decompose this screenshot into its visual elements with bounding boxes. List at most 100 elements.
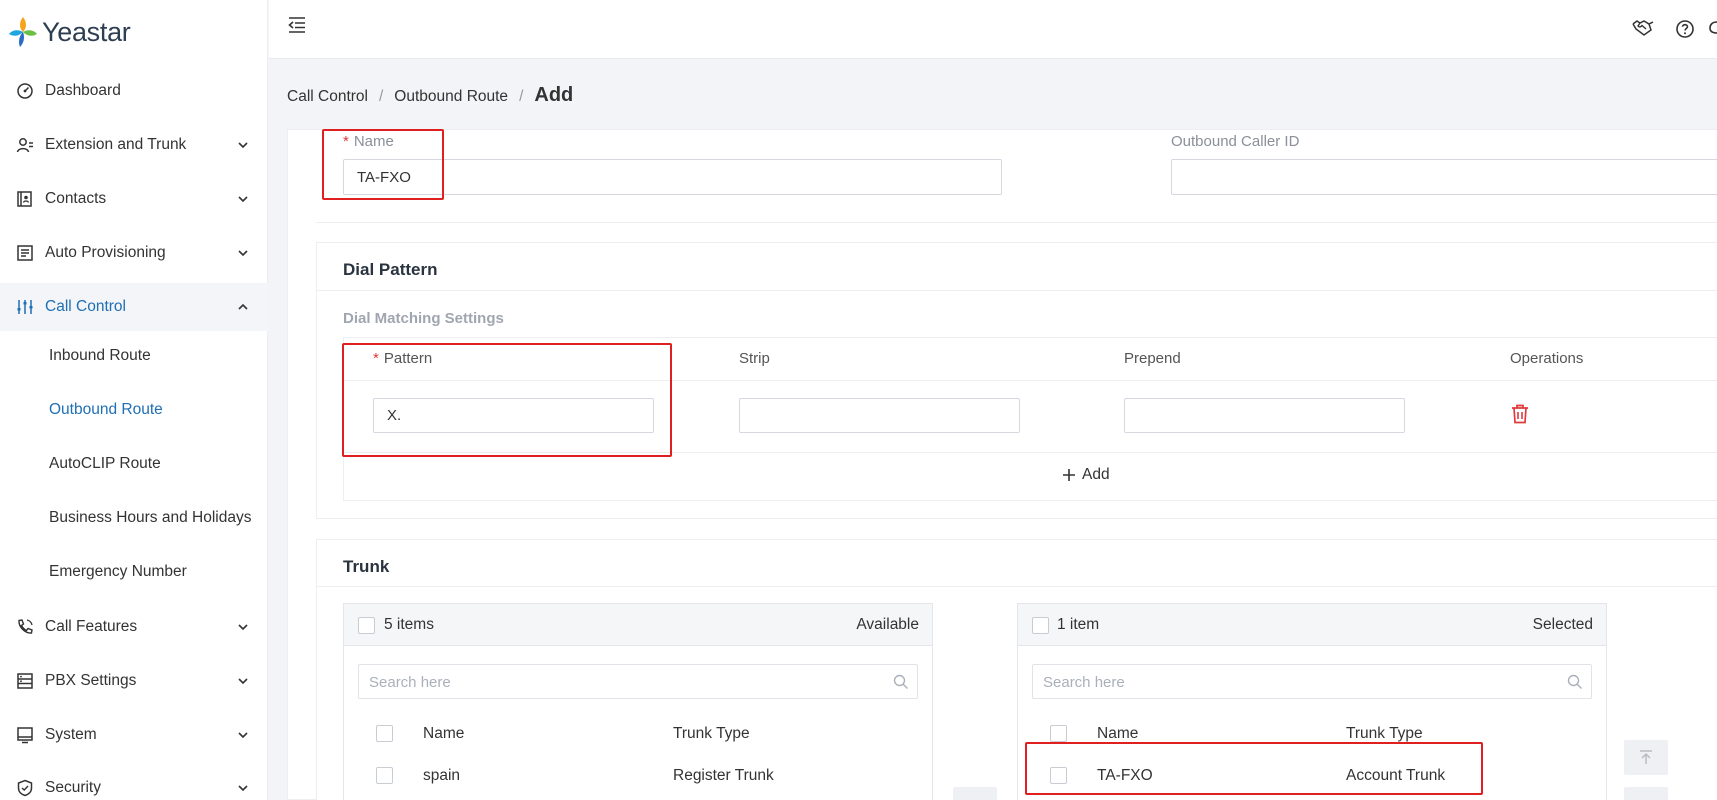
divider <box>316 586 1717 587</box>
sidebar-subitem-inbound-route[interactable]: Inbound Route <box>49 344 151 368</box>
highlight-box-pattern <box>342 343 672 457</box>
sidebar-item-label: Extension and Trunk <box>45 136 187 153</box>
sidebar-item-label: Dashboard <box>45 82 121 99</box>
breadcrumb-separator: / <box>378 88 384 105</box>
breadcrumb-separator: / <box>519 88 524 105</box>
brand-logo[interactable]: Yeastar <box>8 12 131 52</box>
top-bar <box>269 0 1717 59</box>
plus-icon <box>1063 469 1075 481</box>
select-all-selected-checkbox[interactable] <box>1032 617 1049 634</box>
divider <box>316 222 1717 223</box>
sidebar-item-label: System <box>45 726 97 743</box>
dial-matching-settings-title: Dial Matching Settings <box>343 310 504 327</box>
chevron-down-icon <box>238 142 248 149</box>
highlight-box-selected-trunk <box>1025 742 1483 795</box>
prepend-input[interactable] <box>1124 398 1405 433</box>
outbound-caller-id-label: Outbound Caller ID <box>1171 133 1300 150</box>
available-trunk-name: spain <box>423 767 461 784</box>
breadcrumb-outbound-route[interactable]: Outbound Route <box>394 88 508 106</box>
chevron-down-icon <box>238 196 248 203</box>
move-up-button[interactable] <box>1624 787 1668 800</box>
selected-count: 1 item <box>1057 616 1100 633</box>
available-trunks-panel: 5 items Available Search here Name Trunk… <box>343 603 933 800</box>
strip-column-header: Strip <box>739 350 770 367</box>
sidebar-item-label: Call Control <box>45 298 126 315</box>
sidebar-item-call-features[interactable]: Call Features <box>0 603 268 651</box>
selected-panel-header <box>1018 604 1606 646</box>
selected-panel-label: Selected <box>1532 616 1593 633</box>
selected-type-column-header: Trunk Type <box>1346 725 1423 742</box>
prepend-column-header: Prepend <box>1124 350 1181 367</box>
available-panel-label: Available <box>856 616 919 633</box>
collapse-menu-icon[interactable] <box>287 15 307 35</box>
chevron-down-icon <box>238 678 248 685</box>
chevron-up-icon <box>238 303 248 310</box>
help-icon[interactable] <box>1675 19 1695 39</box>
highlight-box-name <box>322 129 444 200</box>
trunk-title: Trunk <box>343 557 390 576</box>
link-icon[interactable] <box>1709 18 1717 40</box>
handshake-icon[interactable] <box>1632 18 1654 38</box>
add-pattern-button[interactable]: Add <box>1062 466 1110 484</box>
sidebar-subitem-emergency-number[interactable]: Emergency Number <box>49 560 187 584</box>
monitor-icon <box>17 727 33 744</box>
chevron-down-icon <box>238 732 248 739</box>
available-search-input[interactable]: Search here <box>358 664 918 699</box>
sidebar: Yeastar Dashboard Extension and Trunk Co… <box>0 0 268 800</box>
dashboard-icon <box>17 83 33 99</box>
available-trunk-type: Register Trunk <box>673 767 774 784</box>
available-type-column-header: Trunk Type <box>673 725 750 742</box>
sidebar-item-call-control[interactable]: Call Control <box>0 283 268 331</box>
sidebar-item-system[interactable]: System <box>0 711 268 759</box>
sidebar-item-label: Auto Provisioning <box>45 244 166 261</box>
sidebar-item-label: Contacts <box>45 190 107 207</box>
search-icon <box>1567 674 1582 689</box>
sidebar-subitem-outbound-route[interactable]: Outbound Route <box>49 398 163 422</box>
selected-search-input[interactable]: Search here <box>1032 664 1592 699</box>
delete-icon[interactable] <box>1511 404 1529 424</box>
available-row-checkbox[interactable] <box>376 767 393 784</box>
sidebar-item-pbx-settings[interactable]: PBX Settings <box>0 657 268 705</box>
operations-column-header: Operations <box>1510 350 1584 367</box>
brand-name: Yeastar <box>42 16 131 47</box>
breadcrumb: Call Control / Outbound Route / Add <box>287 84 573 107</box>
add-label: Add <box>1082 466 1110 483</box>
page-title: Add <box>534 84 574 106</box>
sidebar-item-security[interactable]: Security <box>0 764 268 800</box>
provisioning-icon <box>17 245 33 261</box>
chevron-down-icon <box>238 624 248 631</box>
available-count: 5 items <box>384 616 434 633</box>
sidebar-item-auto-provisioning[interactable]: Auto Provisioning <box>0 229 268 277</box>
dial-pattern-title: Dial Pattern <box>343 260 438 279</box>
shield-icon <box>17 779 33 797</box>
outbound-caller-id-input[interactable] <box>1171 159 1717 195</box>
sidebar-item-contacts[interactable]: Contacts <box>0 175 268 223</box>
yeastar-logo-icon <box>9 17 37 47</box>
sidebar-item-label: Security <box>45 779 101 796</box>
available-header-checkbox[interactable] <box>376 725 393 742</box>
sidebar-item-label: Call Features <box>45 618 138 635</box>
move-right-button[interactable] <box>953 787 997 800</box>
move-to-top-button[interactable] <box>1624 740 1668 775</box>
chevron-down-icon <box>238 785 248 792</box>
sidebar-subitem-autoclip-route[interactable]: AutoCLIP Route <box>49 452 161 476</box>
sidebar-item-label: PBX Settings <box>45 672 137 689</box>
users-icon <box>16 138 33 153</box>
server-icon <box>17 673 33 689</box>
phone-call-icon <box>18 619 33 634</box>
search-icon <box>893 674 908 689</box>
strip-input[interactable] <box>739 398 1020 433</box>
sidebar-item-dashboard[interactable]: Dashboard <box>0 67 268 115</box>
select-all-available-checkbox[interactable] <box>358 617 375 634</box>
divider <box>316 290 1717 291</box>
available-name-column-header: Name <box>423 725 465 742</box>
sidebar-subitem-business-hours[interactable]: Business Hours and Holidays <box>49 506 251 530</box>
chevron-down-icon <box>238 250 248 257</box>
sidebar-item-extension-and-trunk[interactable]: Extension and Trunk <box>0 121 268 169</box>
contacts-book-icon <box>17 191 32 207</box>
breadcrumb-call-control[interactable]: Call Control <box>287 88 368 106</box>
sliders-icon <box>17 300 33 314</box>
selected-name-column-header: Name <box>1097 725 1139 742</box>
selected-header-checkbox[interactable] <box>1050 725 1067 742</box>
arrow-to-top-icon <box>1640 750 1652 764</box>
